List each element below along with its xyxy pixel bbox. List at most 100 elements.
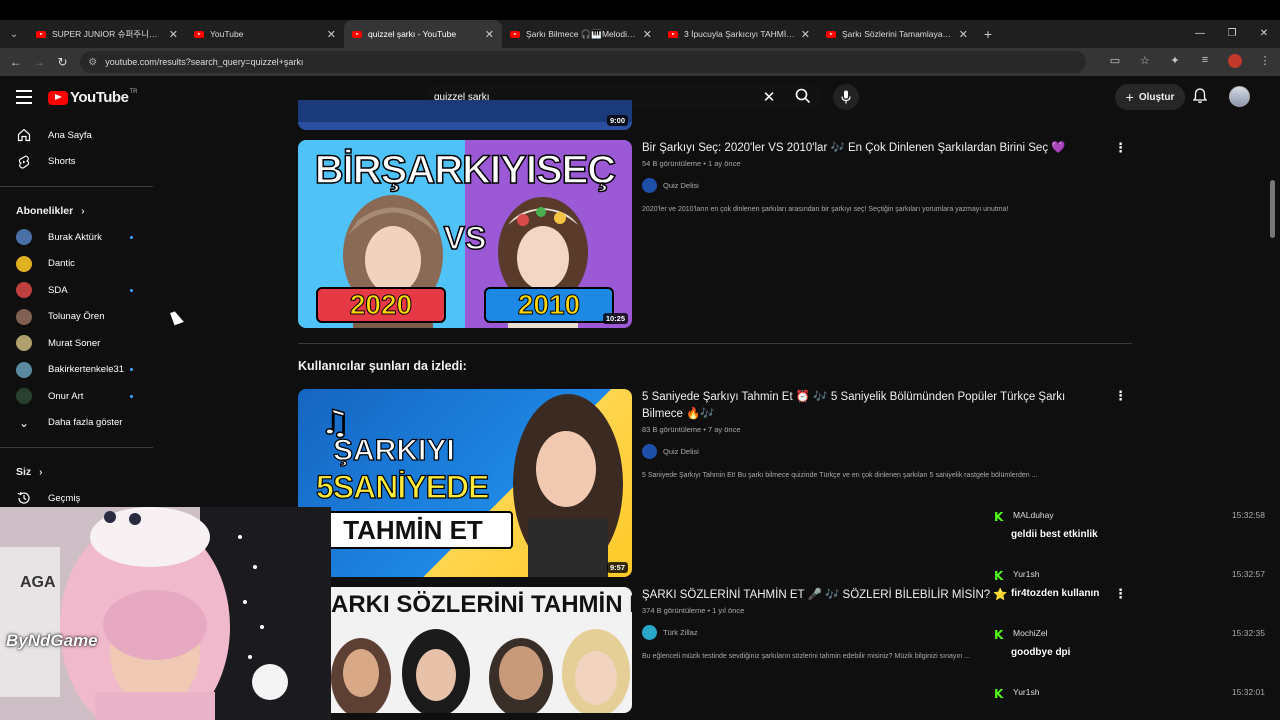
video-description: 2020'ler ve 2010'ların en çok dinlenen ş… xyxy=(642,206,1009,213)
youtube-logo[interactable]: YouTube TR xyxy=(48,89,137,106)
chat-text: fir4tozden kullanın xyxy=(1011,588,1100,599)
browser-tab[interactable]: 3 İpucuyla Şarkıcıyı TAHMİN ET...✕ xyxy=(660,20,818,48)
thumbnail-title-text: BİRŞARKIYISEÇ xyxy=(314,147,617,193)
chat-timestamp: 15:32:35 xyxy=(1231,628,1265,638)
webcam-feed xyxy=(0,507,331,720)
chevron-right-icon: › xyxy=(39,466,43,478)
video-description: Bu eğlenceli müzik testinde sevdiğiniz ş… xyxy=(642,653,970,660)
subscriptions-header[interactable]: Abonelikler › xyxy=(0,198,153,224)
video-thumbnail[interactable]: BİRŞARKIYISEÇ VS 2020 2010 10:25 xyxy=(298,140,632,328)
channel-avatar xyxy=(16,388,32,405)
media-controls-icon[interactable]: ≡ xyxy=(1190,54,1220,71)
forward-icon[interactable]: → xyxy=(27,55,50,69)
create-button[interactable]: + Oluştur xyxy=(1115,84,1185,110)
kick-badge-icon: K xyxy=(994,628,1004,642)
video-thumbnail[interactable]: ♫ ŞARKIYI 5SANİYEDE TAHMİN ET 9:57 xyxy=(298,389,632,577)
close-tab-icon[interactable]: ✕ xyxy=(801,28,810,41)
sidebar-item-channel[interactable]: Murat Soner xyxy=(0,330,153,357)
video-title[interactable]: Bir Şarkıyı Seç: 2020'ler VS 2010'lar 🎶 … xyxy=(642,140,1102,157)
tab-search-chevron-icon[interactable]: ⌄ xyxy=(0,20,28,48)
back-icon[interactable]: ← xyxy=(4,55,27,69)
url-bar[interactable]: ⚙ youtube.com/results?search_query=quizz… xyxy=(80,51,1086,73)
channel-avatar xyxy=(642,178,657,193)
kick-badge-icon: K xyxy=(994,687,1004,701)
search-icon[interactable] xyxy=(784,88,822,107)
channel-link[interactable]: Quiz Delisi xyxy=(642,444,699,459)
restore-icon[interactable]: ❐ xyxy=(1216,20,1248,48)
youtube-favicon-icon xyxy=(352,30,362,38)
sidebar-item-channel[interactable]: SDA xyxy=(0,277,153,304)
browser-tab[interactable]: Şarkı Bilmece 🎧🎹Melodilerin...✕ xyxy=(502,20,660,48)
channel-avatar xyxy=(16,255,32,272)
stream-watermark: ByNdGame xyxy=(6,631,98,650)
extensions-icon[interactable]: ✦ xyxy=(1160,54,1190,71)
you-header[interactable]: Siz › xyxy=(0,459,153,485)
video-thumbnail[interactable]: ARKI SÖZLERİNİ TAHMİN ET! xyxy=(331,587,632,713)
more-options-icon[interactable]: ⋮ xyxy=(1114,388,1127,404)
sidebar-item-shorts[interactable]: Shorts xyxy=(0,149,153,176)
sidebar-item-channel[interactable]: Burak Aktürk xyxy=(0,224,153,251)
related-section-title: Kullanıcılar şunları da izledi: xyxy=(298,359,467,373)
bookmark-star-icon[interactable]: ☆ xyxy=(1130,54,1160,71)
browser-menu-icon[interactable]: ⋮ xyxy=(1250,54,1280,71)
channel-link[interactable]: Türk Zillaz xyxy=(642,625,698,640)
video-thumbnail[interactable]: 9:00 xyxy=(298,100,632,130)
live-indicator-dot xyxy=(130,394,133,398)
more-options-icon[interactable]: ⋮ xyxy=(1114,586,1127,602)
sidebar-item-channel[interactable]: Onur Art xyxy=(0,383,153,410)
close-window-icon[interactable]: ✕ xyxy=(1248,20,1280,48)
browser-tab[interactable]: SUPER JUNIOR 슈퍼주니어 'Se...✕ xyxy=(28,20,186,48)
thumbnail-line-3: TAHMİN ET xyxy=(313,511,513,549)
chat-username: MochiZel xyxy=(1013,628,1048,638)
window-controls: — ❐ ✕ xyxy=(1184,20,1280,48)
page-scrollbar[interactable] xyxy=(1270,180,1275,238)
reload-icon[interactable]: ↻ xyxy=(51,55,74,69)
video-title[interactable]: 5 Saniyede Şarkıyı Tahmin Et ⏰ 🎶 5 Saniy… xyxy=(642,389,1082,423)
voice-search-mic-icon[interactable] xyxy=(833,84,859,110)
hamburger-menu-icon[interactable] xyxy=(16,90,32,108)
more-options-icon[interactable]: ⋮ xyxy=(1114,140,1127,156)
plus-icon: + xyxy=(1125,89,1134,105)
sidebar-item-channel[interactable]: Bakirkertenkele31 xyxy=(0,357,153,384)
video-duration: 9:57 xyxy=(606,562,628,573)
install-app-icon[interactable]: ▭ xyxy=(1100,54,1130,71)
sidebar-item-channel[interactable]: Tolunay Ören xyxy=(0,304,153,331)
kick-badge-icon: K xyxy=(994,510,1004,524)
chat-username: Yur1sh xyxy=(1013,569,1040,579)
close-tab-icon[interactable]: ✕ xyxy=(959,28,968,41)
close-tab-icon[interactable]: ✕ xyxy=(169,28,178,41)
mouse-cursor-icon xyxy=(170,309,184,326)
live-indicator-dot xyxy=(130,368,133,372)
minimize-icon[interactable]: — xyxy=(1184,20,1216,48)
notifications-bell-icon[interactable] xyxy=(1192,88,1208,107)
sidebar-item-channel[interactable]: Dantic xyxy=(0,251,153,278)
channel-avatar xyxy=(642,444,657,459)
browser-tab-bar: ⌄ SUPER JUNIOR 슈퍼주니어 'Se...✕ YouTube✕ qu… xyxy=(0,20,1280,48)
browser-tab[interactable]: Şarkı Sözlerini Tamamlayabilir mi...✕ xyxy=(818,20,976,48)
sidebar-item-home[interactable]: Ana Sayfa xyxy=(0,122,153,149)
site-info-icon[interactable]: ⚙ xyxy=(88,57,97,68)
chat-username: MALduhay xyxy=(1013,510,1054,520)
close-tab-icon[interactable]: ✕ xyxy=(327,28,336,41)
live-indicator-dot xyxy=(130,235,133,239)
close-tab-icon[interactable]: ✕ xyxy=(485,28,494,41)
youtube-favicon-icon xyxy=(826,30,836,38)
close-tab-icon[interactable]: ✕ xyxy=(643,28,652,41)
browser-tab-active[interactable]: quizzel şarkı - YouTube ✕ xyxy=(344,20,502,48)
chat-text: goodbye dpi xyxy=(1011,647,1071,658)
new-tab-button[interactable]: + xyxy=(976,26,1000,42)
channel-avatar xyxy=(16,308,32,325)
show-more-button[interactable]: ⌄ Daha fazla göster xyxy=(0,410,153,437)
account-avatar[interactable] xyxy=(1229,86,1250,107)
history-icon xyxy=(16,490,32,506)
browser-tab[interactable]: YouTube ✕ xyxy=(186,20,344,48)
channel-avatar xyxy=(642,625,657,640)
video-meta: 54 B görüntüleme • 1 ay önce xyxy=(642,159,741,168)
clear-search-icon[interactable]: ✕ xyxy=(754,88,784,106)
kick-badge-icon: K xyxy=(994,569,1004,583)
profile-icon[interactable] xyxy=(1220,53,1250,71)
video-meta: 83 B görüntüleme • 7 ay önce xyxy=(642,425,741,434)
channel-link[interactable]: Quiz Delisi xyxy=(642,178,699,193)
thumbnail-title-text: ARKI SÖZLERİNİ TAHMİN ET! xyxy=(331,591,632,618)
chevron-right-icon: › xyxy=(81,205,85,217)
